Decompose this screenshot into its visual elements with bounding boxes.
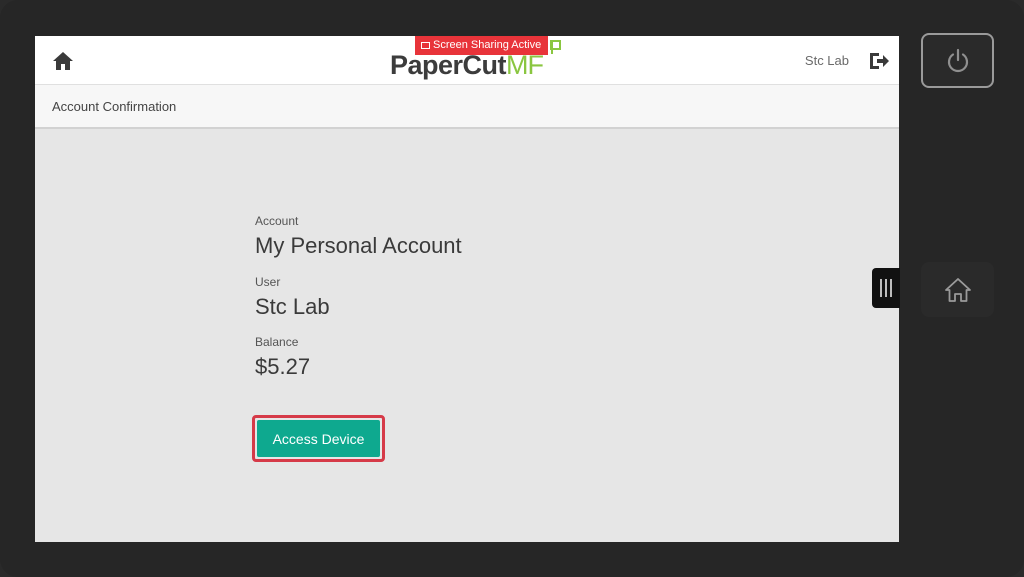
- top-bar: Screen Sharing Active PaperCut MF Stc Lab: [35, 36, 899, 85]
- home-icon: [53, 52, 73, 70]
- power-button[interactable]: [921, 33, 994, 88]
- account-value: My Personal Account: [255, 233, 462, 258]
- side-panel-handle[interactable]: [872, 268, 900, 308]
- user-value: Stc Lab: [255, 294, 330, 319]
- menu-handle-icon: [890, 279, 892, 297]
- access-device-highlight: Access Device: [252, 415, 385, 462]
- account-label: Account: [255, 214, 299, 228]
- home-outline-icon: [944, 277, 971, 302]
- logout-icon: [870, 53, 889, 69]
- logo-accent-text: MF: [506, 50, 544, 80]
- user-label: User: [255, 275, 281, 289]
- hardware-home-button[interactable]: [921, 262, 994, 317]
- power-icon: [947, 48, 968, 72]
- access-device-button[interactable]: Access Device: [257, 420, 380, 457]
- user-name: Stc Lab: [804, 53, 849, 68]
- home-button[interactable]: [51, 50, 75, 72]
- menu-handle-icon: [885, 279, 887, 297]
- device-frame: Screen Sharing Active PaperCut MF Stc Lab…: [0, 0, 1024, 577]
- logout-button[interactable]: [867, 50, 891, 72]
- page-header: Account Confirmation: [35, 85, 899, 129]
- papercut-logo: PaperCut MF: [390, 50, 544, 84]
- page-title: Account Confirmation: [52, 99, 177, 114]
- menu-handle-icon: [880, 279, 882, 297]
- screen-share-icon: [421, 42, 430, 49]
- device-screen: Screen Sharing Active PaperCut MF Stc Lab…: [35, 36, 899, 542]
- logo-main-text: PaperCut: [390, 50, 507, 80]
- logo-mark-icon: [550, 40, 561, 54]
- balance-label: Balance: [255, 335, 299, 349]
- balance-value: $5.27: [255, 354, 311, 379]
